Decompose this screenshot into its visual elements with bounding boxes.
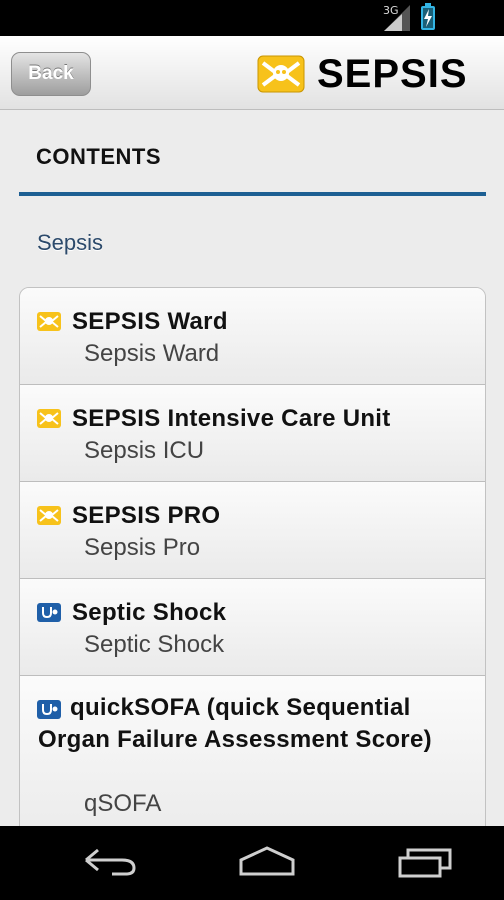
nav-back-icon[interactable] xyxy=(82,846,138,876)
list-item-subtitle: Septic Shock xyxy=(84,631,225,658)
nav-home-icon[interactable] xyxy=(237,846,297,876)
list-item-title: SEPSIS Ward xyxy=(72,308,228,335)
list-item-title: Septic Shock xyxy=(72,599,227,626)
app-header: Back SEPSIS xyxy=(0,36,504,110)
list-item-title: SEPSIS Intensive Care Unit xyxy=(72,405,391,432)
sepsis-logo-icon xyxy=(257,55,305,93)
list-item-subtitle: Sepsis Ward xyxy=(84,340,220,367)
network-type-label: 3G xyxy=(383,4,399,17)
battery-charging-icon xyxy=(421,6,435,30)
list-item-title: quickSOFA (quick Sequential Organ Failur… xyxy=(38,694,432,753)
title-divider xyxy=(19,192,486,196)
main-content: CONTENTS Sepsis SEPSIS Ward Sepsis Ward … xyxy=(0,110,504,847)
list-item-subtitle: qSOFA xyxy=(84,790,162,817)
nav-recents-icon[interactable] xyxy=(396,846,456,878)
contents-list: SEPSIS Ward Sepsis Ward SEPSIS Intensive… xyxy=(19,287,486,847)
section-title: Sepsis xyxy=(37,230,104,255)
list-item-title: SEPSIS PRO xyxy=(72,502,221,529)
list-item-subtitle: Sepsis ICU xyxy=(84,437,205,464)
stethoscope-icon xyxy=(37,603,61,622)
page-title: CONTENTS xyxy=(36,144,161,169)
list-item[interactable]: SEPSIS Intensive Care Unit Sepsis ICU xyxy=(20,385,485,482)
list-item[interactable]: quickSOFA (quick Sequential Organ Failur… xyxy=(20,676,485,846)
list-item[interactable]: SEPSIS PRO Sepsis Pro xyxy=(20,482,485,579)
list-item[interactable]: Septic Shock Septic Shock xyxy=(20,579,485,676)
app-logo: SEPSIS xyxy=(257,52,493,96)
status-bar: 3G xyxy=(0,0,504,36)
logo-text: SEPSIS xyxy=(317,52,468,96)
sepsis-icon xyxy=(37,312,61,331)
system-nav-bar xyxy=(0,826,504,900)
sepsis-icon xyxy=(37,506,61,525)
list-item[interactable]: SEPSIS Ward Sepsis Ward xyxy=(20,288,485,385)
sepsis-icon xyxy=(37,409,61,428)
list-item-subtitle: Sepsis Pro xyxy=(84,534,201,561)
back-button[interactable]: Back xyxy=(11,52,91,96)
